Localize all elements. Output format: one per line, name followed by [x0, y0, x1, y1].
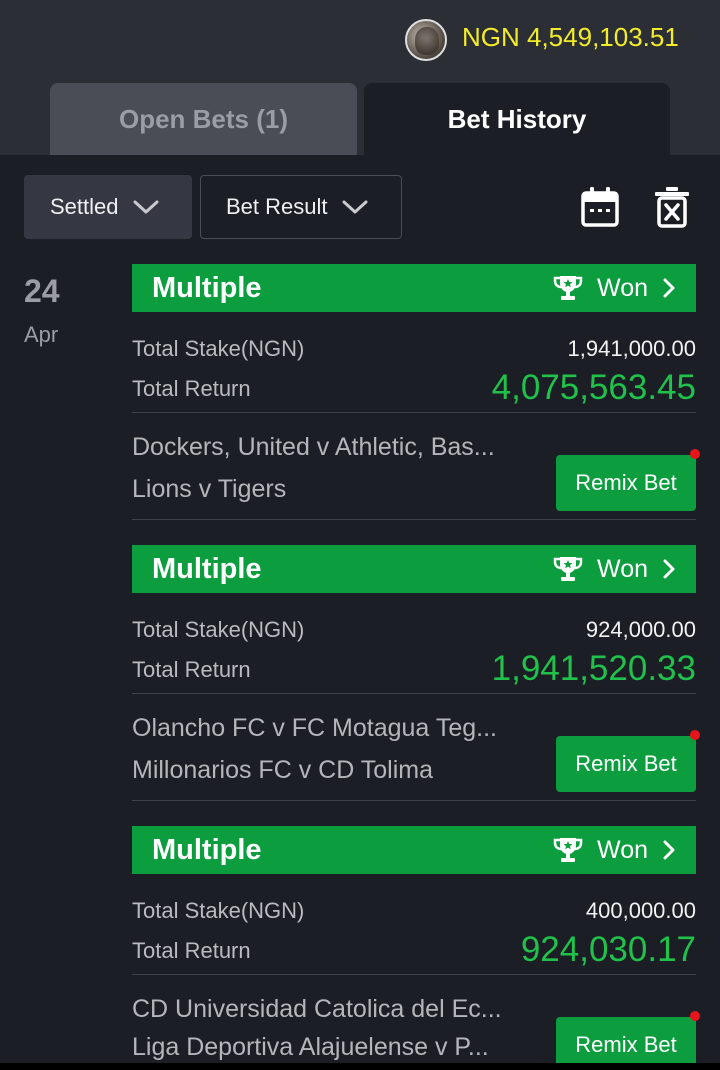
settled-filter-label: Settled — [50, 194, 119, 219]
total-stake-value: 400,000.00 — [585, 898, 696, 923]
total-return-value: 4,075,563.45 — [491, 368, 696, 407]
bet-card-header[interactable]: Multiple Won — [132, 545, 696, 593]
bet-type: Multiple — [152, 552, 262, 585]
remix-bet-button[interactable]: Remix Bet — [556, 730, 700, 792]
total-stake-value: 1,941,000.00 — [567, 336, 696, 361]
selection-line-2: Millonarios FC v CD Tolima — [132, 756, 433, 784]
notification-dot — [690, 449, 700, 459]
bet-result-filter-label: Bet Result — [226, 194, 328, 219]
calendar-icon[interactable] — [580, 186, 620, 228]
notification-dot — [690, 1011, 700, 1021]
divider — [132, 800, 696, 801]
selection-line-1: Olancho FC v FC Motagua Teg... — [132, 714, 497, 742]
selection-line-2: Liga Deportiva Alajuelense v P... — [132, 1033, 489, 1061]
bet-status: Won — [597, 835, 648, 864]
bet-card: Multiple Won Total Stake(NGN) 400,000.00… — [132, 826, 700, 1070]
bet-card: Multiple Won Total Stake(NGN) 924,000.00… — [132, 545, 700, 801]
selection-line-2: Lions v Tigers — [132, 475, 287, 503]
bet-status: Won — [597, 554, 648, 583]
chevron-right-icon — [663, 840, 675, 860]
date-day: 24 — [24, 273, 60, 309]
divider — [132, 412, 696, 413]
account-balance: NGN 4,549,103.51 — [462, 22, 679, 52]
selection-line-1: Dockers, United v Athletic, Bas... — [132, 433, 495, 461]
total-stake-label: Total Stake(NGN) — [132, 336, 305, 361]
trophy-icon — [553, 838, 583, 862]
remix-bet-label: Remix Bet — [575, 1032, 677, 1057]
total-stake-label: Total Stake(NGN) — [132, 898, 305, 923]
bet-status: Won — [597, 273, 648, 302]
total-return-value: 924,030.17 — [520, 930, 696, 969]
chevron-right-icon — [663, 559, 675, 579]
tab-bet-history[interactable]: Bet History — [364, 83, 670, 155]
trophy-icon — [553, 276, 583, 300]
user-avatar[interactable] — [405, 19, 447, 61]
bottom-edge — [0, 1063, 720, 1070]
settled-filter-dropdown[interactable]: Settled — [24, 175, 192, 239]
bet-type: Multiple — [152, 833, 262, 866]
notification-dot — [690, 730, 700, 740]
date-month: Apr — [24, 322, 59, 347]
divider — [132, 519, 696, 520]
selection-line-1: CD Universidad Catolica del Ec... — [132, 995, 502, 1023]
total-return-label: Total Return — [132, 938, 251, 963]
total-return-label: Total Return — [132, 657, 251, 682]
chevron-down-icon — [133, 200, 158, 214]
remix-bet-button[interactable]: Remix Bet — [556, 449, 700, 511]
chevron-down-icon — [342, 200, 367, 214]
total-return-label: Total Return — [132, 376, 251, 401]
bet-type: Multiple — [152, 271, 262, 304]
tab-open-bets[interactable]: Open Bets (1) — [50, 83, 357, 155]
bet-card-header[interactable]: Multiple Won — [132, 264, 696, 312]
delete-icon[interactable] — [652, 186, 692, 228]
total-stake-label: Total Stake(NGN) — [132, 617, 305, 642]
remix-bet-label: Remix Bet — [575, 470, 677, 495]
divider — [132, 693, 696, 694]
bet-result-filter-dropdown[interactable]: Bet Result — [200, 175, 402, 239]
bet-card-header[interactable]: Multiple Won — [132, 826, 696, 874]
remix-bet-label: Remix Bet — [575, 751, 677, 776]
chevron-right-icon — [663, 278, 675, 298]
bet-card: Multiple Won Total Stake(NGN) 1,941,000.… — [132, 264, 700, 520]
top-bar: NGN 4,549,103.51 Open Bets (1) Bet Histo… — [0, 0, 720, 155]
divider — [132, 974, 696, 975]
total-return-value: 1,941,520.33 — [491, 649, 696, 688]
total-stake-value: 924,000.00 — [585, 617, 696, 642]
trophy-icon — [553, 557, 583, 581]
